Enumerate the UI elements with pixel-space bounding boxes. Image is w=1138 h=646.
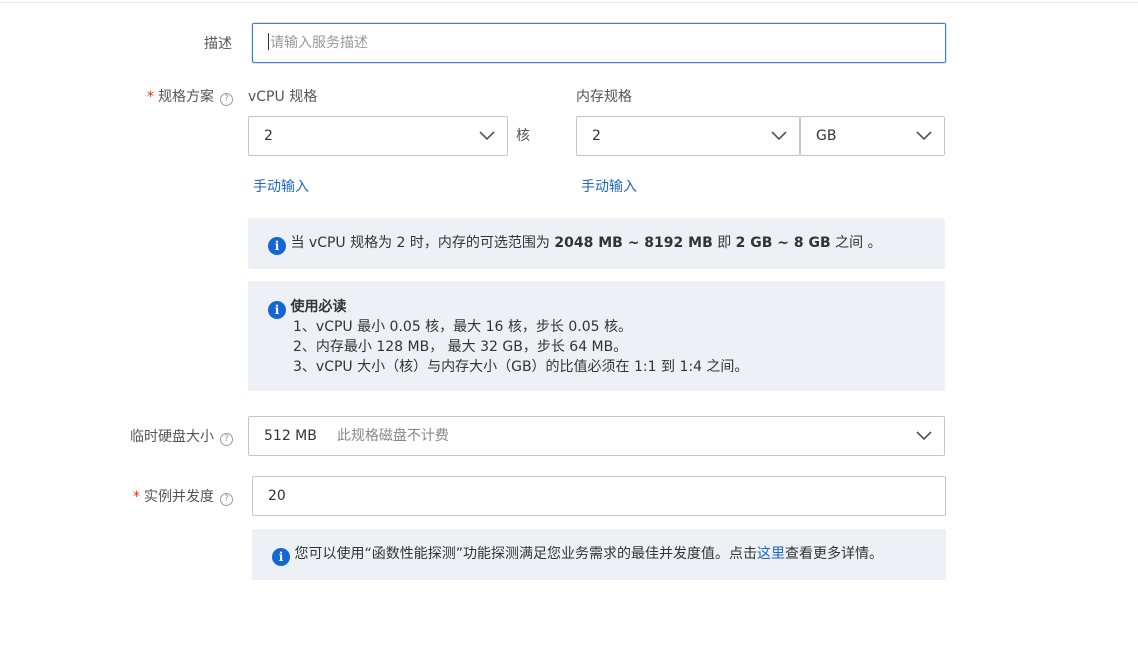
description-placeholder: 请输入服务描述 — [270, 35, 368, 51]
mb-range: 2048 MB ~ 8192 MB — [554, 235, 713, 251]
concurrency-label: * 实例并发度? — [100, 487, 233, 507]
vcpu-manual-input-link[interactable]: 手动输入 — [253, 177, 309, 197]
gb-range: 2 GB ~ 8 GB — [735, 235, 831, 251]
vcpu-select[interactable]: 2 — [248, 116, 508, 156]
question-circle-icon[interactable]: ? — [220, 93, 233, 106]
usage-notice-title: 使用必读 — [290, 299, 347, 315]
usage-notice: i 使用必读 1、vCPU 最小 0.05 核，最大 16 核，步长 0.05 … — [248, 281, 945, 391]
vcpu-value: 2 — [264, 128, 273, 144]
memory-label: 内存规格 — [576, 89, 632, 105]
here-link[interactable]: 这里 — [757, 546, 785, 562]
required-mark: * — [133, 489, 140, 505]
concurrency-value: 20 — [268, 488, 286, 504]
info-icon: i — [272, 548, 290, 566]
description-label: 描述 — [204, 36, 232, 52]
usage-notice-line: 1、vCPU 最小 0.05 核，最大 16 核，步长 0.05 核。 — [293, 319, 632, 335]
info-icon: i — [268, 301, 286, 319]
spec-label: * 规格方案? — [120, 87, 233, 107]
question-circle-icon[interactable]: ? — [220, 433, 233, 446]
chevron-down-icon — [479, 129, 495, 141]
vcpu-unit: 核 — [516, 128, 530, 144]
text-caret — [268, 33, 269, 50]
description-input[interactable]: 请输入服务描述 — [252, 23, 946, 63]
memory-unit-select[interactable]: GB — [800, 116, 945, 156]
usage-notice-line: 3、vCPU 大小（核）与内存大小（GB）的比值必须在 1:1 到 1:4 之间… — [293, 359, 749, 375]
required-mark: * — [147, 89, 154, 105]
usage-notice-line: 2、内存最小 128 MB， 最大 32 GB，步长 64 MB。 — [293, 339, 628, 355]
chevron-down-icon — [916, 429, 932, 441]
memory-unit-value: GB — [816, 128, 837, 144]
temp-disk-value: 512 MB — [264, 428, 317, 444]
chevron-down-icon — [916, 129, 932, 141]
info-icon: i — [268, 237, 286, 255]
memory-manual-input-link[interactable]: 手动输入 — [581, 177, 637, 197]
top-divider — [0, 2, 1138, 3]
concurrency-input[interactable]: 20 — [252, 476, 946, 516]
temp-disk-label: 临时硬盘大小? — [100, 427, 233, 447]
concurrency-notice: i 您可以使用“函数性能探测”功能探测满足您业务需求的最佳并发度值。点击这里查看… — [252, 529, 946, 580]
temp-disk-select[interactable]: 512 MB 此规格磁盘不计费 — [248, 416, 945, 456]
temp-disk-hint: 此规格磁盘不计费 — [336, 428, 449, 444]
chevron-down-icon — [771, 129, 787, 141]
memory-select[interactable]: 2 — [576, 116, 800, 156]
vcpu-label: vCPU 规格 — [248, 89, 318, 105]
memory-value: 2 — [592, 128, 601, 144]
question-circle-icon[interactable]: ? — [220, 493, 233, 506]
memory-range-notice: i 当 vCPU 规格为 2 时，内存的可选范围为 2048 MB ~ 8192… — [248, 218, 945, 269]
